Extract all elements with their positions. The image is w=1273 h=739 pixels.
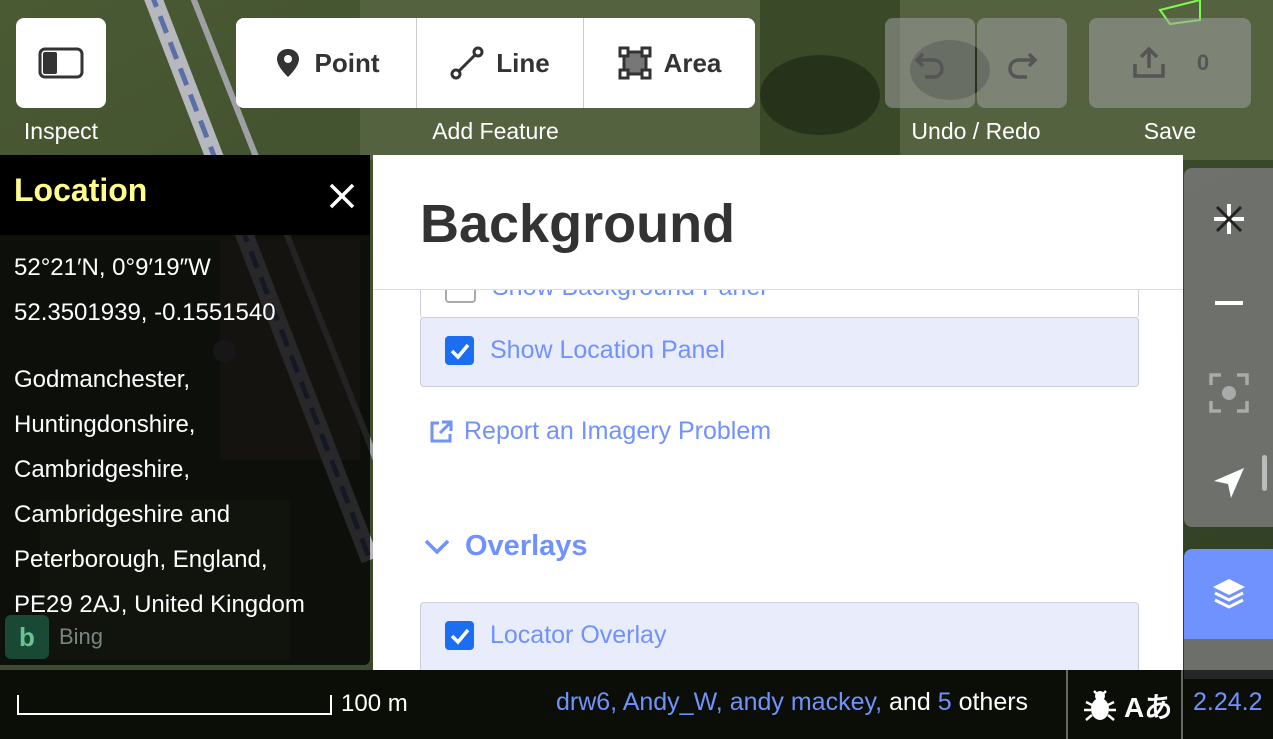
chevron-down-icon [424, 539, 450, 554]
line-icon [450, 46, 484, 80]
undo-icon [914, 52, 944, 79]
area-icon [618, 46, 652, 80]
background-pane: Background Show Background Panel Show Lo… [373, 155, 1183, 670]
address-line: Cambridgeshire and [14, 501, 231, 528]
point-icon [276, 49, 299, 77]
add-feature-label: Add Feature [432, 118, 559, 144]
redo-icon [1008, 52, 1038, 79]
option-locator-overlay[interactable]: Locator Overlay [420, 602, 1139, 670]
bug-icon [1084, 690, 1116, 721]
checked-checkbox[interactable] [445, 336, 474, 365]
contributors-attribution: drw6, Andy_W, andy mackey, and 5 others [556, 688, 1028, 717]
save-button[interactable]: 0 [1089, 18, 1251, 108]
sidebar-toggle[interactable] [16, 18, 106, 108]
layers-icon [1212, 579, 1245, 609]
background-pane-title: Background [420, 194, 736, 254]
location-dms: 52°21′N, 0°9′19″W [14, 254, 211, 281]
footer-divider [1066, 670, 1068, 739]
redo-button[interactable] [977, 18, 1067, 108]
language-icon: Aあ [1124, 692, 1173, 723]
zoom-in-button[interactable] [1184, 176, 1273, 261]
zoom-in-icon [1213, 203, 1244, 234]
report-imagery-link[interactable]: Report an Imagery Problem [428, 417, 771, 446]
close-location-panel-button[interactable] [328, 182, 356, 215]
version-link[interactable]: 2.24.2 [1193, 688, 1263, 717]
inspect-label: Inspect [23, 118, 99, 144]
location-panel-header: Location [0, 155, 370, 235]
scrollbar-thumb[interactable] [1262, 455, 1267, 491]
add-feature-group: Point Line Area [236, 18, 755, 108]
option-show-location-panel[interactable]: Show Location Panel [420, 317, 1139, 387]
address-line: Cambridgeshire, [14, 456, 191, 483]
location-arrow-icon [1213, 467, 1244, 498]
option-label: Show Location Panel [490, 336, 725, 364]
add-line-button[interactable]: Line [416, 18, 583, 108]
location-panel-title: Location [14, 171, 148, 208]
attribution-others: others [958, 688, 1029, 716]
add-point-button[interactable]: Point [236, 18, 416, 108]
upload-icon [1133, 46, 1165, 78]
zoom-to-selection-button[interactable] [1184, 350, 1273, 435]
bing-icon: b [5, 615, 49, 659]
line-label: Line [496, 47, 550, 78]
undo-redo-label: Undo / Redo [911, 118, 1041, 144]
attribution-and: and [889, 688, 931, 716]
scale-bar[interactable] [17, 695, 332, 715]
undo-button[interactable] [885, 18, 975, 108]
area-label: Area [663, 47, 722, 78]
inspect-button[interactable] [16, 18, 106, 108]
address-line: Huntingdonshire, [14, 411, 196, 438]
zoom-out-button[interactable] [1184, 260, 1273, 345]
save-label: Save [1143, 118, 1197, 144]
overlays-heading: Overlays [465, 530, 588, 562]
checkmark-icon [450, 628, 469, 645]
focus-icon [1208, 372, 1249, 413]
contributors-links[interactable]: drw6, Andy_W, andy mackey, [556, 688, 882, 716]
footer-divider [1181, 670, 1183, 739]
report-bug-button[interactable] [1082, 688, 1118, 729]
map-controls [1184, 168, 1273, 527]
address-line: Peterborough, England, [14, 546, 268, 573]
add-area-button[interactable]: Area [583, 18, 755, 108]
imagery-provider-name: Bing [59, 624, 104, 649]
option-label: Locator Overlay [490, 621, 667, 649]
checked-checkbox[interactable] [445, 621, 474, 650]
background-pane-button[interactable] [1184, 549, 1273, 639]
address-line: Godmanchester, [14, 366, 191, 393]
background-pane-header: Background [373, 155, 1183, 290]
save-count: 0 [1196, 50, 1210, 75]
location-address: Godmanchester, Huntingdonshire, Cambridg… [14, 357, 356, 627]
point-label: Point [314, 47, 380, 78]
translate-button[interactable]: Aあ [1124, 686, 1172, 726]
checkmark-icon [450, 343, 469, 360]
external-link-icon [430, 420, 453, 442]
report-imagery-label: Report an Imagery Problem [464, 417, 772, 445]
location-panel: Location 52°21′N, 0°9′19″W 52.3501939, -… [0, 155, 370, 665]
close-icon [329, 183, 355, 208]
location-decimal: 52.3501939, -0.1551540 [14, 299, 276, 326]
scale-label: 100 m [341, 690, 408, 717]
geolocate-button[interactable] [1184, 440, 1273, 525]
location-panel-body: 52°21′N, 0°9′19″W 52.3501939, -0.1551540… [0, 235, 370, 637]
imagery-provider-logo: b Bing [5, 615, 103, 659]
sidebar-icon [38, 47, 84, 79]
zoom-out-icon [1214, 300, 1243, 305]
overlays-section-toggle[interactable]: Overlays [423, 530, 588, 563]
other-contributors-count[interactable]: 5 [938, 688, 952, 716]
